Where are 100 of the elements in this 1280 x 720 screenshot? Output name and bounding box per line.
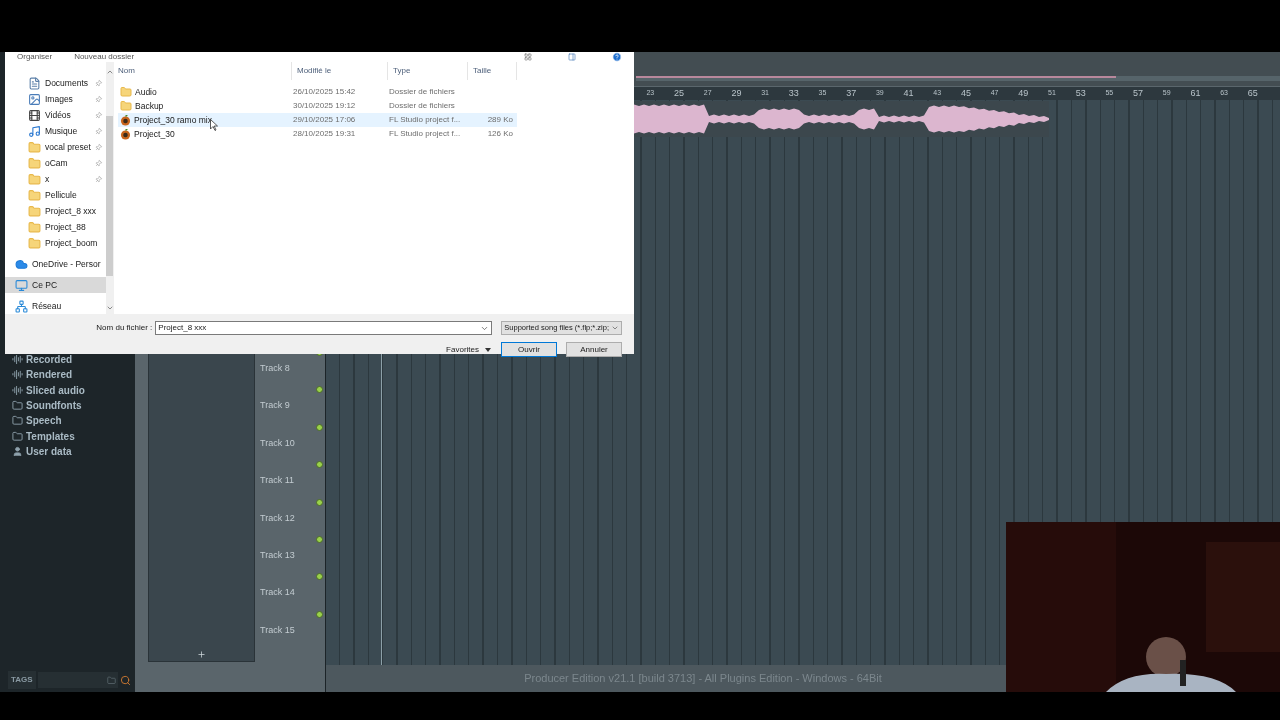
pin-icon	[93, 142, 104, 152]
bar-number: 61	[1189, 86, 1202, 100]
column-header[interactable]: Type	[388, 62, 468, 80]
help-icon[interactable]	[612, 52, 622, 62]
folder-icon	[28, 236, 41, 250]
file-name: Project_30	[134, 127, 175, 141]
nav-item[interactable]: x	[5, 171, 106, 187]
pin-icon	[93, 94, 104, 104]
file-row[interactable]: Backup 30/10/2025 19:12 Dossier de fichiers	[118, 99, 517, 113]
fruit-icon	[120, 128, 131, 140]
track-indicator-icon[interactable]	[316, 535, 323, 543]
nav-item[interactable]: vocal preset	[5, 139, 106, 155]
track-indicator-icon[interactable]	[316, 573, 323, 581]
nav-item[interactable]: Project_8 xxx	[5, 203, 106, 219]
nav-item[interactable]: Documents	[5, 75, 106, 91]
track-name[interactable]: Track 9	[260, 399, 290, 413]
bar-number: 25	[673, 86, 686, 100]
browser-item[interactable]: Recorded	[26, 352, 73, 368]
modified-date: 30/10/2025 19:12	[292, 100, 357, 112]
add-icon[interactable]	[197, 650, 206, 659]
file-type: Dossier de fichiers	[388, 100, 456, 112]
track-indicator-icon[interactable]	[316, 610, 323, 618]
file-row[interactable]: Project_30 28/10/2025 19:31 FL Studio project f... 126 Ko	[118, 127, 517, 141]
folder-icon	[28, 172, 41, 186]
file-row[interactable]: Project_30 ramo mix 29/10/2025 17:06 FL Studio project f... 289 Ko	[118, 113, 517, 127]
browser-item[interactable]: Sliced audio	[26, 382, 85, 398]
tags-field[interactable]	[37, 672, 118, 688]
nav-item[interactable]: OneDrive - Persor	[5, 256, 106, 272]
music-note-icon	[28, 124, 41, 138]
track-name[interactable]: Track 10	[260, 436, 295, 451]
nav-item[interactable]: Musique	[5, 123, 106, 139]
nav-item[interactable]: Pellicule	[5, 187, 106, 203]
column-header[interactable]: Nom	[118, 62, 292, 80]
track-indicator-icon[interactable]	[316, 423, 323, 431]
column-header[interactable]: Taille	[468, 62, 517, 80]
folder-icon	[28, 156, 41, 170]
dropdown-icon[interactable]	[611, 324, 619, 332]
folder-icon	[120, 100, 132, 112]
bar-number: 65	[1246, 86, 1259, 100]
document-icon	[28, 76, 41, 90]
browser-item[interactable]: Speech	[26, 413, 62, 429]
nav-item[interactable]: Project_boom	[5, 235, 106, 251]
cancel-button[interactable]: Annuler	[566, 342, 622, 357]
folder-icon	[28, 140, 41, 154]
open-button[interactable]: Ouvrir	[501, 342, 557, 357]
filename-field[interactable]: Project_8 xxx	[155, 321, 493, 335]
bar-number: 33	[787, 86, 800, 100]
file-size: 289 Ko	[486, 114, 513, 126]
track-indicator-icon[interactable]	[316, 498, 323, 506]
filename-label: Nom du fichier :	[96, 322, 153, 334]
nav-item[interactable]: Ce PC	[5, 277, 106, 293]
browser-item[interactable]: Templates	[26, 428, 75, 444]
bar-number: 57	[1132, 86, 1145, 100]
fruit-icon	[120, 114, 131, 126]
waveform-icon	[12, 354, 23, 366]
bar-number: 37	[845, 86, 858, 100]
network-icon	[15, 299, 28, 313]
folder-icon	[106, 675, 116, 685]
modified-date: 28/10/2025 19:31	[292, 128, 357, 140]
modified-date: 26/10/2025 15:42	[292, 86, 357, 98]
file-type: FL Studio project f...	[388, 128, 462, 140]
bar-number: 29	[730, 86, 743, 100]
preview-pane-icon[interactable]	[568, 53, 576, 61]
search-icon[interactable]	[119, 674, 131, 686]
browser-item[interactable]: User data	[26, 443, 72, 459]
monitor-icon	[15, 278, 28, 292]
scroll-up-icon[interactable]	[105, 68, 114, 76]
nav-item[interactable]: oCam	[5, 155, 106, 171]
folder-icon	[28, 220, 41, 234]
nav-item[interactable]: Project_88	[5, 219, 106, 235]
track-name[interactable]: Track 13	[260, 548, 295, 563]
scrollbar[interactable]	[105, 62, 114, 314]
track-name[interactable]: Track 11	[260, 474, 294, 488]
bar-number: 45	[959, 86, 972, 100]
track-name[interactable]: Track 8	[260, 362, 290, 376]
track-name[interactable]: Track 14	[260, 586, 295, 600]
track-name[interactable]: Track 12	[260, 511, 295, 526]
column-header[interactable]: Modifié le	[292, 62, 388, 80]
scroll-down-icon[interactable]	[105, 304, 114, 312]
nav-item[interactable]: Réseau	[5, 298, 106, 314]
file-type: Dossier de fichiers	[388, 86, 456, 98]
favorites-button[interactable]: Favorites	[446, 343, 491, 356]
browser-item[interactable]: Rendered	[26, 367, 73, 383]
pin-icon	[93, 158, 104, 168]
track-name[interactable]: Track 15	[260, 623, 295, 638]
track-indicator-icon[interactable]	[316, 386, 323, 394]
organize-menu[interactable]: Organiser	[17, 52, 53, 62]
browser-item[interactable]: Soundfonts	[26, 398, 82, 414]
view-icon[interactable]	[524, 53, 532, 61]
nav-item[interactable]: Images	[5, 91, 106, 107]
film-icon	[28, 108, 41, 122]
nav-item[interactable]: Vidéos	[5, 107, 106, 123]
folder-icon	[28, 204, 41, 218]
pin-icon	[93, 126, 104, 136]
file-name: Audio	[135, 85, 157, 99]
scroll-track[interactable]	[636, 76, 1280, 81]
file-name: Project_30 ramo mix	[134, 113, 212, 127]
track-indicator-icon[interactable]	[316, 461, 323, 469]
new-folder-button[interactable]: Nouveau dossier	[74, 52, 135, 62]
tags-label: TAGS	[8, 671, 36, 689]
